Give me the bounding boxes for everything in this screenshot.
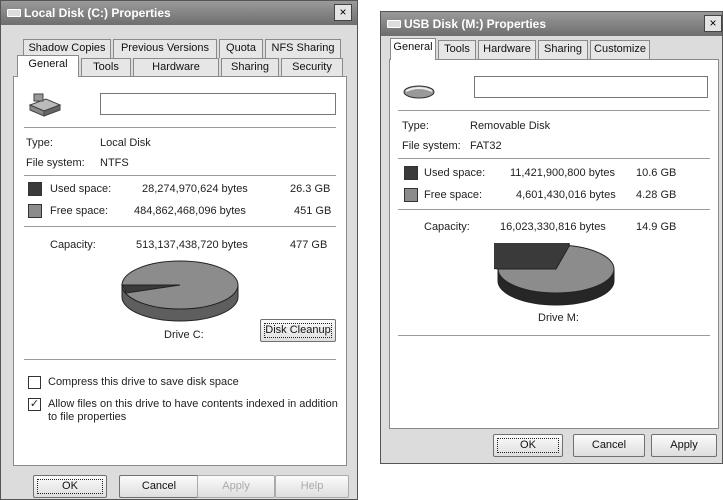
drive-label: Drive C:	[164, 329, 204, 341]
drive-name-input[interactable]	[474, 76, 708, 98]
left-help-button[interactable]: Help	[275, 475, 349, 498]
left-ok-button[interactable]: OK	[33, 475, 107, 498]
divider	[398, 335, 710, 336]
tab-general[interactable]: General	[390, 38, 436, 60]
left-window-title: Local Disk (C:) Properties	[24, 6, 171, 20]
capacity-label: Capacity:	[50, 239, 96, 251]
capacity-bytes: 513,137,438,720 bytes	[136, 239, 248, 251]
free-space-bytes: 4,601,430,016 bytes	[516, 189, 616, 201]
left-apply-button[interactable]: Apply	[197, 475, 275, 498]
usb-disk-icon	[403, 85, 435, 99]
left-properties-window: Local Disk (C:) Properties × Shadow Copi…	[0, 0, 358, 500]
type-value: Local Disk	[100, 137, 151, 149]
free-space-label: Free space:	[424, 189, 483, 201]
used-space-label: Used space:	[424, 167, 486, 179]
divider	[398, 209, 710, 210]
used-space-gb: 10.6 GB	[636, 167, 677, 179]
general-tab-panel: Type: Local Disk File system: NTFS Used …	[13, 76, 347, 466]
type-label: Type:	[402, 120, 429, 132]
capacity-gb: 14.9 GB	[636, 221, 677, 233]
divider	[398, 158, 710, 159]
local-disk-icon	[28, 93, 62, 117]
disk-usage-pie	[120, 260, 239, 322]
disk-usage-pie	[494, 243, 615, 306]
file-system-label: File system:	[402, 140, 461, 152]
capacity-gb: 477 GB	[290, 239, 328, 251]
used-space-gb: 26.3 GB	[290, 183, 331, 195]
left-cancel-button[interactable]: Cancel	[119, 475, 199, 498]
right-apply-button[interactable]: Apply	[651, 434, 717, 457]
free-space-swatch	[28, 204, 42, 218]
used-space-swatch	[404, 166, 418, 180]
free-space-bytes: 484,862,468,096 bytes	[134, 205, 246, 217]
tab-tools[interactable]: Tools	[438, 40, 476, 59]
left-close-button[interactable]: ×	[334, 4, 352, 21]
pie-used-slice	[494, 243, 570, 270]
capacity-label: Capacity:	[424, 221, 470, 233]
used-space-bytes: 28,274,970,624 bytes	[142, 183, 248, 195]
tab-quota[interactable]: Quota	[219, 39, 263, 58]
tab-customize[interactable]: Customize	[590, 40, 650, 59]
divider	[24, 359, 336, 360]
free-space-label: Free space:	[50, 205, 109, 217]
divider	[24, 127, 336, 128]
capacity-bytes: 16,023,330,816 bytes	[500, 221, 606, 233]
drive-label: Drive M:	[538, 312, 579, 324]
free-space-gb: 451 GB	[294, 205, 332, 217]
left-title-bar[interactable]: Local Disk (C:) Properties ×	[1, 1, 357, 25]
right-title-bar[interactable]: USB Disk (M:) Properties ×	[381, 12, 722, 36]
tab-tools[interactable]: Tools	[81, 58, 131, 77]
drive-title-icon	[7, 9, 21, 17]
file-system-value: FAT32	[470, 140, 502, 152]
drive-name-input[interactable]	[100, 93, 336, 115]
tab-nfs-sharing[interactable]: NFS Sharing	[265, 39, 341, 58]
index-checkbox[interactable]: ✓	[28, 398, 41, 411]
tab-general[interactable]: General	[17, 55, 79, 77]
file-system-label: File system:	[26, 157, 85, 169]
divider	[24, 175, 336, 176]
disk-cleanup-button[interactable]: Disk Cleanup	[260, 319, 336, 342]
right-ok-button[interactable]: OK	[493, 434, 563, 457]
focus-ring	[497, 438, 559, 453]
used-space-bytes: 11,421,900,800 bytes	[510, 167, 615, 179]
divider	[24, 226, 336, 227]
index-label[interactable]: Allow files on this drive to have conten…	[48, 398, 338, 424]
free-space-swatch	[404, 188, 418, 202]
file-system-value: NTFS	[100, 157, 129, 169]
tab-security[interactable]: Security	[281, 58, 343, 77]
focus-ring	[264, 323, 332, 338]
right-properties-window: USB Disk (M:) Properties × General Tools…	[380, 11, 723, 464]
type-label: Type:	[26, 137, 53, 149]
used-space-label: Used space:	[50, 183, 112, 195]
compress-label[interactable]: Compress this drive to save disk space	[48, 376, 239, 388]
used-space-swatch	[28, 182, 42, 196]
divider	[398, 110, 710, 111]
right-close-button[interactable]: ×	[704, 15, 722, 32]
tab-previous-versions[interactable]: Previous Versions	[113, 39, 217, 58]
right-window-title: USB Disk (M:) Properties	[404, 17, 547, 31]
general-tab-panel: Type: Removable Disk File system: FAT32 …	[389, 59, 719, 429]
right-cancel-button[interactable]: Cancel	[573, 434, 645, 457]
drive-title-icon	[387, 20, 401, 28]
tab-hardware[interactable]: Hardware	[478, 40, 536, 59]
type-value: Removable Disk	[470, 120, 551, 132]
focus-ring	[37, 479, 103, 494]
tab-sharing[interactable]: Sharing	[221, 58, 279, 77]
compress-checkbox[interactable]	[28, 376, 41, 389]
free-space-gb: 4.28 GB	[636, 189, 677, 201]
tab-hardware[interactable]: Hardware	[133, 58, 219, 77]
tab-sharing[interactable]: Sharing	[538, 40, 588, 59]
